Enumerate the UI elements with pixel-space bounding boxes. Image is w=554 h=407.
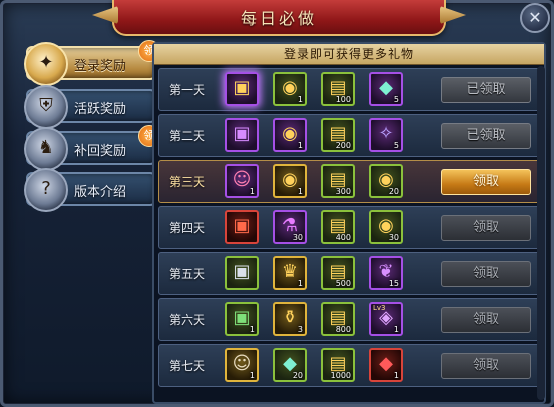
gold-ticket-icon[interactable]: ▤ 100 — [321, 72, 355, 106]
gold-ticket-icon[interactable]: ▤ 400 — [321, 210, 355, 244]
title-banner: 每日必做 — [112, 0, 446, 36]
level-tag: Lv3 — [373, 304, 386, 312]
rider-icon: ♞ — [24, 127, 68, 171]
gold-coins-icon[interactable]: ◉ 1 — [273, 164, 307, 198]
purple-chest-icon[interactable]: ▣ — [225, 118, 259, 152]
red-chest-icon[interactable]: ▣ — [225, 210, 259, 244]
day-label: 第七天 — [169, 359, 206, 373]
gold-ticket-icon[interactable]: ▤ 300 — [321, 164, 355, 198]
tab-label: 活跃奖励 — [74, 102, 127, 117]
green-chest-icon[interactable]: ▣ 1 — [225, 302, 259, 336]
gold-coins-icon[interactable]: ◉ 30 — [369, 210, 403, 244]
reward-row-day2: 第二天 ▣ ◉ 1 ▤ 200 ✧ 5 已领取 — [158, 114, 540, 157]
scrollbar[interactable] — [537, 66, 545, 400]
claim-button-disabled[interactable]: 领取 — [441, 307, 531, 333]
gold-ticket-icon[interactable]: ▤ 1000 — [321, 348, 355, 382]
day-label: 第五天 — [169, 267, 206, 281]
day-label: 第二天 — [169, 129, 206, 143]
potion-icon[interactable]: ⚗ 30 — [273, 210, 307, 244]
red-crystal-icon[interactable]: ◆ 1 — [369, 348, 403, 382]
tab-activity-reward[interactable]: ⛨ 活跃奖励 — [24, 85, 156, 129]
feather-icon[interactable]: ✧ 5 — [369, 118, 403, 152]
claim-button-disabled[interactable]: 领取 — [441, 215, 531, 241]
banner-text: 登录即可获得更多礼物 — [283, 47, 414, 61]
tab-label: 版本介绍 — [74, 185, 127, 200]
reward-row-day1: 第一天 ▣ ◉ 1 ▤ 100 ◆ 5 已领取 — [158, 68, 540, 111]
tab-login-reward[interactable]: ✦ 登录奖励 领 — [24, 40, 160, 86]
gem-icon[interactable]: ◆ 20 — [273, 348, 307, 382]
tab-label: 登录奖励 — [74, 59, 127, 74]
reward-row-day4: 第四天 ▣ ⚗ 30 ▤ 400 ◉ 30 领取 — [158, 206, 540, 249]
tab-makeup-reward[interactable]: ♞ 补回奖励 领 — [24, 125, 160, 171]
reward-row-day3: 第三天 ☺ 1 ◉ 1 ▤ 300 ◉ 20 领取 — [158, 160, 540, 203]
lion-portrait-icon[interactable]: ☺ 1 — [225, 348, 259, 382]
gold-ticket-icon[interactable]: ▤ 500 — [321, 256, 355, 290]
claimed-button[interactable]: 已领取 — [441, 123, 531, 149]
day-label: 第一天 — [169, 83, 206, 97]
shield-icon: ⛨ — [24, 85, 68, 129]
claim-button-disabled[interactable]: 领取 — [441, 353, 531, 379]
silver-chest-icon[interactable]: ▣ — [225, 256, 259, 290]
purple-feather-icon[interactable]: ❦ 15 — [369, 256, 403, 290]
reward-row-day7: 第七天 ☺ 1 ◆ 20 ▤ 1000 ◆ 1 领取 — [158, 344, 540, 387]
close-button[interactable]: ✕ — [520, 3, 550, 33]
silver-chest-icon[interactable]: ▣ — [225, 72, 259, 106]
claimed-button[interactable]: 已领取 — [441, 77, 531, 103]
gold-coins-icon[interactable]: ◉ 1 — [273, 72, 307, 106]
tab-label: 补回奖励 — [74, 144, 127, 159]
gold-coins-icon[interactable]: ◉ 1 — [273, 118, 307, 152]
gem-icon[interactable]: ◆ 5 — [369, 72, 403, 106]
info-banner: 登录即可获得更多礼物 — [154, 44, 544, 65]
portrait-icon[interactable]: ☺ 1 — [225, 164, 259, 198]
day-label: 第四天 — [169, 221, 206, 235]
claim-button-disabled[interactable]: 领取 — [441, 261, 531, 287]
question-icon: ? — [24, 168, 68, 212]
tab-version-intro[interactable]: ? 版本介绍 — [24, 168, 156, 212]
gold-ticket-icon[interactable]: ▤ 800 — [321, 302, 355, 336]
day-label: 第三天 — [169, 175, 206, 189]
bottle-icon[interactable]: ⚱ 3 — [273, 302, 307, 336]
crown-icon[interactable]: ♛ 1 — [273, 256, 307, 290]
reward-panel: 登录即可获得更多礼物 第一天 ▣ ◉ 1 ▤ 100 ◆ 5 已领取 第二天 ▣ ◉ 1… — [152, 42, 546, 404]
reward-row-day5: 第五天 ▣ ♛ 1 ▤ 500 ❦ 15 领取 — [158, 252, 540, 295]
claim-button[interactable]: 领取 — [441, 169, 531, 195]
window-title: 每日必做 — [240, 9, 317, 28]
gold-ticket-icon[interactable]: ▤ 200 — [321, 118, 355, 152]
day-label: 第六天 — [169, 313, 206, 327]
reward-row-day6: 第六天 ▣ 1 ⚱ 3 ▤ 800 ◈ Lv3 1 领取 — [158, 298, 540, 341]
lv3-item-icon[interactable]: ◈ Lv3 1 — [369, 302, 403, 336]
gold-coins-icon[interactable]: ◉ 20 — [369, 164, 403, 198]
wings-icon: ✦ — [24, 42, 68, 86]
